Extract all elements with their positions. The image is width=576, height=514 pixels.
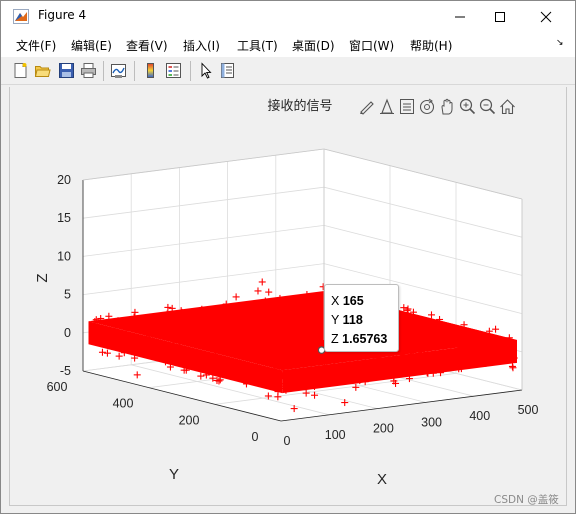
insert-colorbar-icon[interactable] [142, 62, 159, 79]
datatip[interactable]: X 165 Y 118 Z 1.65763 [324, 284, 399, 352]
z-tick-label: 5 [64, 288, 71, 302]
pan-icon[interactable] [441, 98, 453, 115]
datatip-y-value: 118 [342, 313, 363, 327]
figure-toolbar [1, 57, 575, 85]
datatip-x-label: X [331, 294, 340, 308]
close-icon [540, 11, 552, 22]
x-tick-label: 500 [518, 403, 539, 417]
print-icon[interactable] [80, 62, 97, 79]
axes-toolbar [360, 98, 515, 115]
insert-legend-icon[interactable] [165, 62, 182, 79]
data-tips-icon[interactable] [380, 98, 394, 114]
figure-window: Figure 4 文件(F) 编辑(E) 查看(V) 插入(I) 工具(T) 桌… [0, 0, 576, 514]
x-axis-label: X [377, 471, 387, 488]
z-tick-label: 20 [57, 173, 71, 187]
toolbar-separator [134, 61, 135, 81]
datatip-z-label: Z [331, 332, 339, 346]
x-tick-label: 200 [373, 422, 394, 436]
y-tick-label: 200 [179, 413, 200, 427]
save-icon[interactable] [58, 62, 75, 79]
menu-desktop[interactable]: 桌面(D) [292, 37, 335, 54]
y-tick-label: 0 [252, 430, 259, 444]
brush-icon[interactable] [360, 101, 374, 115]
datatip-y-label: Y [331, 313, 340, 327]
edit-plot-icon[interactable] [197, 62, 214, 79]
zoom-in-icon[interactable] [459, 98, 476, 115]
y-tick-label: 400 [113, 397, 134, 411]
minimize-icon [455, 16, 465, 17]
link-plot-icon[interactable] [110, 62, 127, 79]
menu-bar: 文件(F) 编辑(E) 查看(V) 插入(I) 工具(T) 桌面(D) 窗口(W… [1, 32, 575, 57]
property-inspector-icon[interactable] [219, 62, 236, 79]
datatip-x-value: 165 [342, 294, 364, 308]
rotate-3d-icon[interactable] [419, 98, 435, 115]
plot-title: 接收的信号 [267, 98, 332, 114]
title-bar: Figure 4 [1, 1, 575, 32]
z-tick-label: -5 [60, 364, 71, 378]
y-tick-label: 600 [47, 380, 68, 394]
menu-edit[interactable]: 编辑(E) [71, 37, 112, 54]
plot-3d[interactable]: 接收的信号 0 100 200 300 400 5000200400600-50… [10, 87, 568, 506]
menu-tools[interactable]: 工具(T) [237, 37, 278, 54]
watermark: CSDN @盖筱 [494, 494, 559, 506]
x-tick-label: 300 [421, 415, 442, 429]
datatip-x-row: X 165 [331, 292, 398, 311]
undock-icon[interactable]: ↘ [556, 38, 564, 48]
restore-view-icon[interactable] [400, 99, 414, 114]
datatip-z-row: Z 1.65763 [331, 330, 398, 349]
toolbar-separator [103, 61, 104, 81]
x-tick-label: 100 [325, 428, 346, 442]
z-tick-label: 15 [57, 211, 71, 225]
close-button[interactable] [523, 1, 569, 32]
z-tick-label: 10 [57, 249, 71, 263]
z-axis-label: Z [34, 273, 51, 282]
y-axis-label: Y [169, 466, 179, 483]
maximize-icon [495, 11, 505, 22]
toolbar-separator [190, 61, 191, 81]
figure-canvas[interactable]: 接收的信号 0 100 200 300 400 500 0 200 400 60… [9, 87, 567, 506]
home-icon[interactable] [500, 99, 515, 115]
x-tick-label: 0 [284, 434, 291, 448]
datatip-z-value: 1.65763 [342, 332, 388, 346]
maximize-button[interactable] [477, 1, 523, 32]
matlab-icon [13, 9, 29, 24]
menu-insert[interactable]: 插入(I) [183, 37, 220, 54]
window-title: Figure 4 [38, 8, 87, 22]
new-figure-icon[interactable] [12, 62, 29, 79]
datatip-y-row: Y 118 [331, 311, 398, 330]
z-tick-label: 0 [64, 326, 71, 340]
x-tick-label: 400 [469, 409, 490, 423]
zoom-out-icon[interactable] [479, 98, 496, 115]
open-file-icon[interactable] [34, 62, 51, 79]
menu-file[interactable]: 文件(F) [16, 37, 56, 54]
menu-help[interactable]: 帮助(H) [410, 37, 452, 54]
menu-window[interactable]: 窗口(W) [349, 37, 394, 54]
menu-view[interactable]: 查看(V) [126, 37, 168, 54]
